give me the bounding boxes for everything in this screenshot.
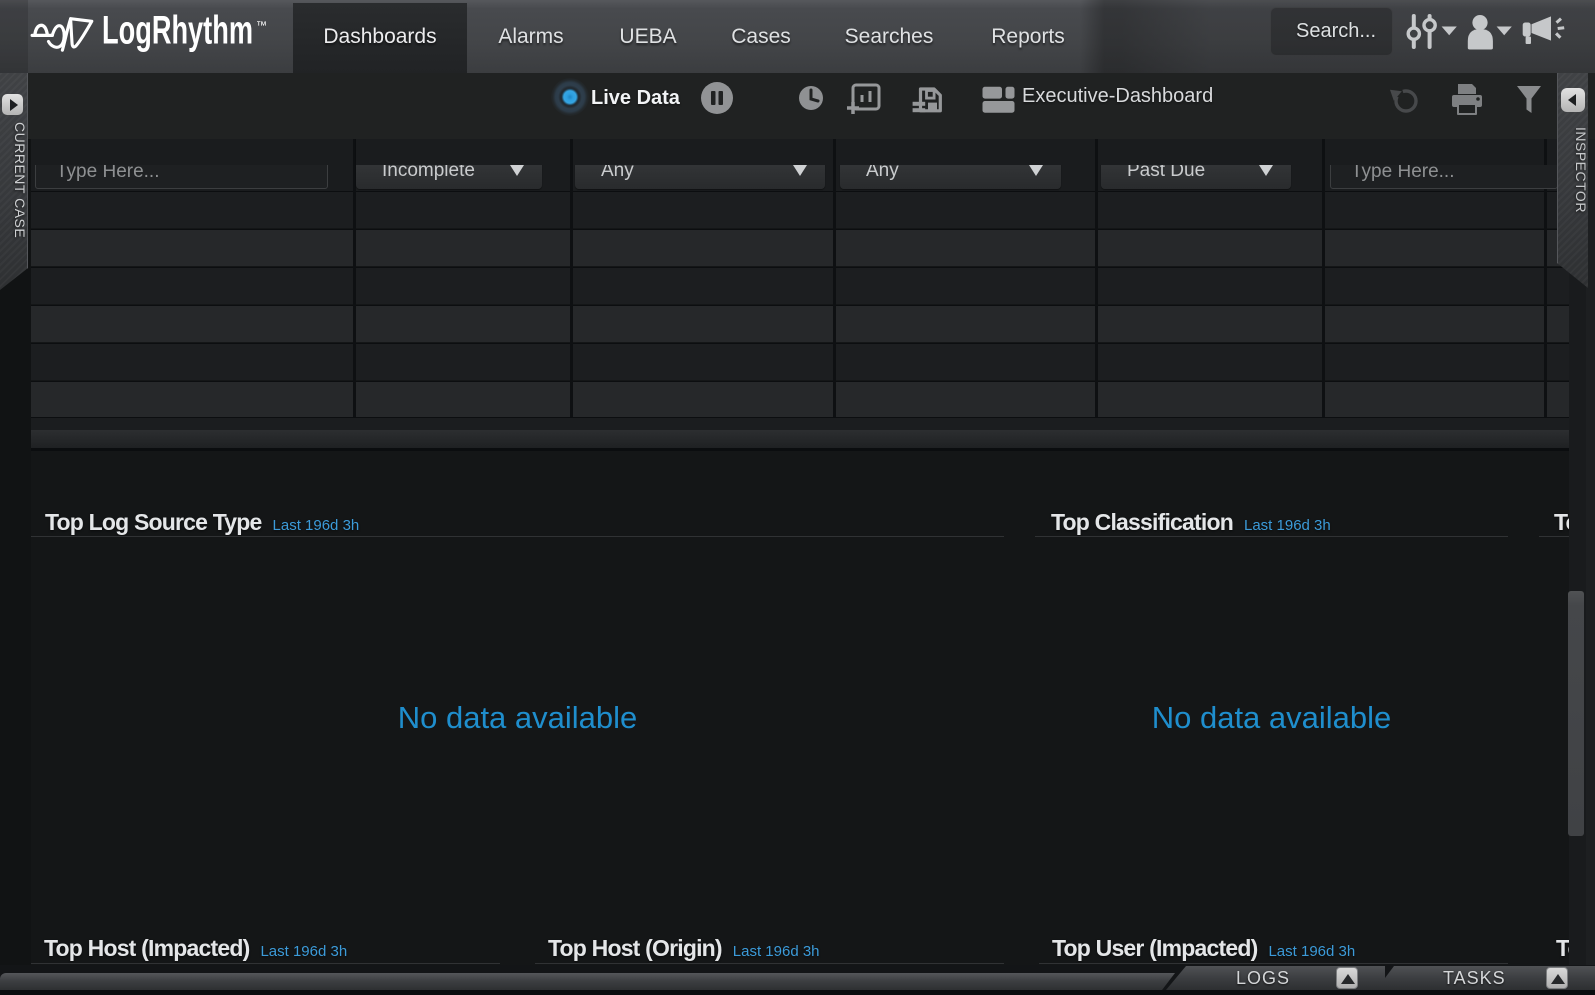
- svg-text:™: ™: [256, 20, 267, 32]
- svg-text:LogRhythm: LogRhythm: [102, 12, 253, 52]
